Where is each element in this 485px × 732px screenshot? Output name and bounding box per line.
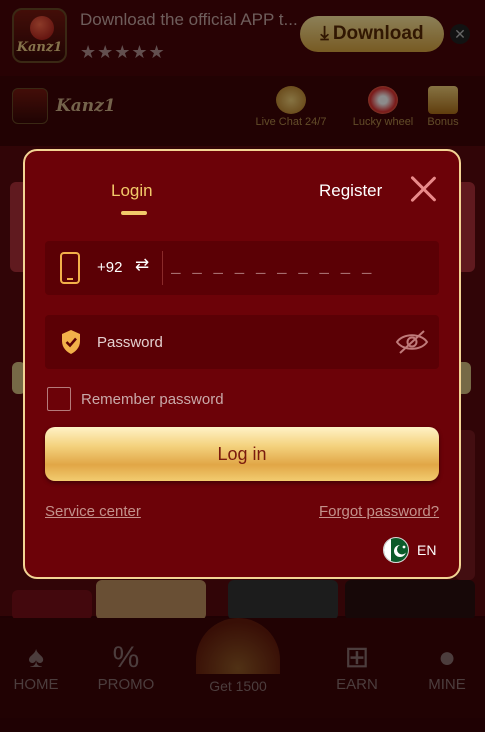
tab-register[interactable]: Register (319, 181, 382, 201)
country-code-selector[interactable]: +92 (97, 259, 122, 276)
password-input[interactable] (97, 330, 377, 354)
login-modal: Login Register +92 ⇄ Remember password L… (23, 149, 461, 579)
forgot-password-link[interactable]: Forgot password? (319, 503, 439, 520)
language-label: EN (417, 542, 437, 558)
eye-off-icon[interactable] (395, 329, 429, 355)
swap-icon[interactable]: ⇄ (135, 255, 149, 275)
remember-label: Remember password (81, 391, 224, 408)
tab-login[interactable]: Login (111, 181, 153, 201)
shield-icon (62, 330, 80, 354)
password-field (45, 315, 439, 369)
phone-input[interactable] (171, 255, 421, 281)
remember-checkbox[interactable] (47, 387, 71, 411)
login-button[interactable]: Log in (45, 427, 439, 481)
service-center-link[interactable]: Service center (45, 503, 141, 520)
phone-icon (60, 252, 80, 284)
close-icon[interactable] (409, 175, 437, 203)
field-divider (162, 251, 163, 285)
language-selector[interactable]: EN (383, 537, 436, 563)
phone-field: +92 ⇄ (45, 241, 439, 295)
pakistan-flag-icon (383, 537, 409, 563)
tab-login-underline (121, 211, 147, 215)
